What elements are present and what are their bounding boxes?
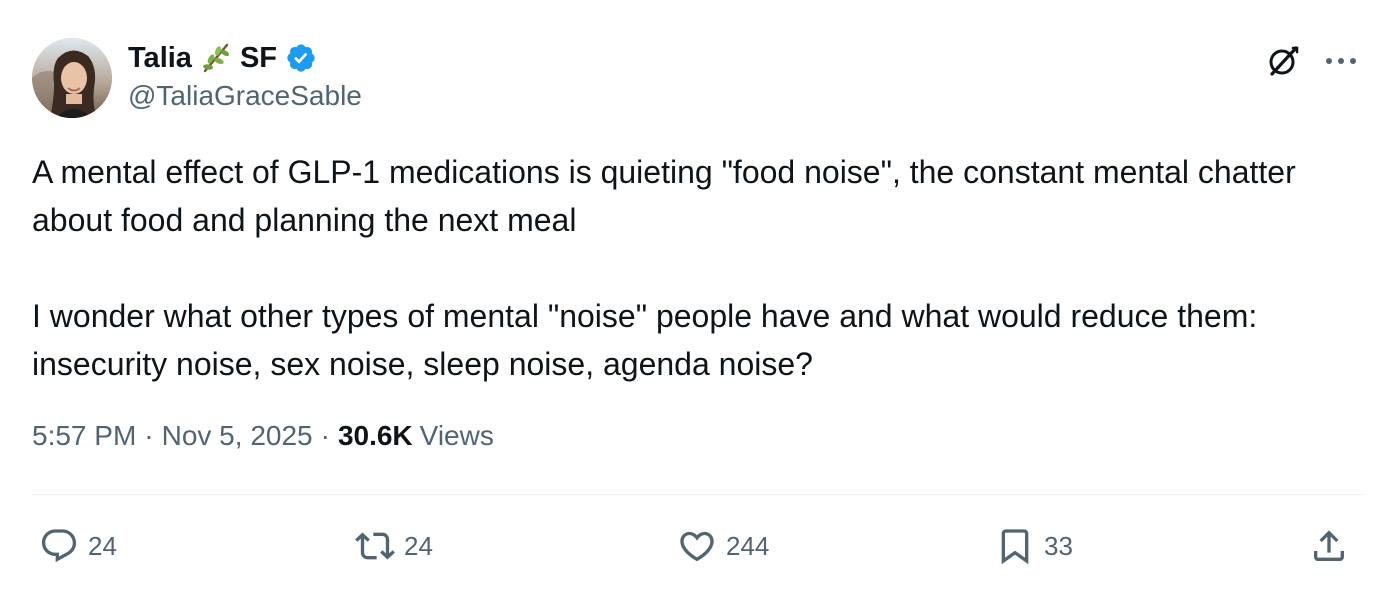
tweet-time[interactable]: 5:57 PM [32, 420, 136, 452]
action-bar: 24 24 244 33 [32, 522, 1364, 570]
reply-count: 24 [88, 530, 117, 561]
share-button[interactable] [1308, 522, 1350, 570]
leaf-branch-icon [198, 40, 234, 76]
like-count: 244 [726, 530, 770, 561]
reply-button[interactable]: 24 [38, 522, 117, 570]
author-handle[interactable]: @TaliaGraceSable [128, 80, 362, 112]
bookmark-icon[interactable] [994, 525, 1036, 567]
repost-icon[interactable] [354, 525, 396, 567]
tweet-text: A mental effect of GLP-1 medications is … [32, 154, 1296, 382]
like-icon[interactable] [676, 525, 718, 567]
like-button[interactable]: 244 [676, 522, 769, 570]
reply-icon[interactable] [38, 525, 80, 567]
views-count: 30.6K [337, 420, 413, 451]
author-name-row[interactable]: Talia SF [128, 40, 317, 76]
meta-separator: · [144, 420, 154, 451]
grok-icon[interactable] [1262, 40, 1304, 82]
avatar[interactable] [32, 38, 112, 118]
tweet-detail: Talia SF @TaliaGraceSable A mental effec… [0, 0, 1392, 594]
top-actions [1262, 40, 1362, 82]
tweet-metadata: 5:57 PM · Nov 5, 2025 · 30.6K Views [32, 420, 494, 452]
bookmark-button[interactable]: 33 [994, 522, 1073, 570]
repost-button[interactable]: 24 [354, 522, 433, 570]
share-icon[interactable] [1308, 525, 1350, 567]
display-name[interactable]: Talia [128, 42, 192, 75]
tweet-date[interactable]: Nov 5, 2025 [162, 420, 313, 452]
bookmark-count: 33 [1044, 530, 1073, 561]
repost-count: 24 [404, 530, 433, 561]
views-label: Views [419, 420, 494, 451]
more-icon[interactable] [1320, 40, 1362, 82]
verified-badge-icon[interactable] [285, 42, 317, 74]
avatar-image [32, 38, 112, 118]
display-name-suffix[interactable]: SF [240, 42, 277, 75]
divider [32, 494, 1364, 495]
meta-separator: · [320, 420, 330, 451]
